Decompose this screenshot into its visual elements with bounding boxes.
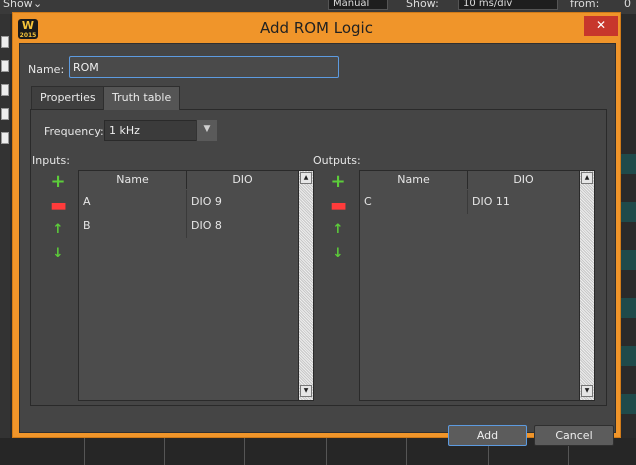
timeline-tick bbox=[326, 438, 327, 465]
show-label: Show bbox=[3, 0, 33, 10]
cell-dio[interactable]: DIO 8 bbox=[187, 214, 298, 238]
remove-input-icon[interactable]: ▬ bbox=[50, 197, 67, 215]
outputs-scrollbar[interactable]: ▲ ▼ bbox=[579, 171, 594, 400]
signal-band bbox=[620, 346, 636, 366]
add-input-icon[interactable]: + bbox=[50, 173, 66, 191]
timebase-select[interactable]: 10 ms/div bbox=[458, 0, 558, 10]
background-channel-strip bbox=[0, 14, 10, 465]
inputs-table: Name DIO A DIO 9 B DIO 8 ▲ ▼ bbox=[78, 170, 314, 401]
scroll-up-icon[interactable]: ▲ bbox=[300, 172, 312, 184]
channel-checkbox[interactable] bbox=[1, 84, 9, 96]
signal-band bbox=[620, 202, 636, 222]
outputs-label: Outputs: bbox=[313, 154, 361, 167]
cell-dio[interactable]: DIO 11 bbox=[468, 190, 579, 214]
name-input[interactable] bbox=[69, 56, 339, 78]
add-button[interactable]: Add bbox=[448, 425, 527, 446]
from-value: 0 bbox=[624, 0, 631, 10]
signal-band bbox=[620, 298, 636, 318]
timeline-tick bbox=[406, 438, 407, 465]
show2-label: Show: bbox=[406, 0, 439, 10]
tab-properties[interactable]: Properties bbox=[31, 86, 105, 109]
column-header-dio[interactable]: DIO bbox=[187, 171, 298, 189]
frequency-label: Frequency: bbox=[44, 125, 104, 138]
tab-truth-table[interactable]: Truth table bbox=[103, 86, 181, 110]
outputs-table: Name DIO C DIO 11 ▲ ▼ bbox=[359, 170, 595, 401]
column-header-name[interactable]: Name bbox=[360, 171, 468, 189]
column-header-dio[interactable]: DIO bbox=[468, 171, 579, 189]
channel-checkbox[interactable] bbox=[1, 108, 9, 120]
signal-band bbox=[620, 154, 636, 174]
move-output-down-icon[interactable]: ↓ bbox=[330, 246, 346, 262]
chevron-down-icon[interactable]: ▼ bbox=[196, 120, 217, 141]
mode-select[interactable]: Manual bbox=[328, 0, 388, 10]
cell-name[interactable]: B bbox=[79, 214, 187, 238]
scroll-down-icon[interactable]: ▼ bbox=[300, 385, 312, 397]
inputs-scrollbar[interactable]: ▲ ▼ bbox=[298, 171, 313, 400]
scroll-down-icon[interactable]: ▼ bbox=[581, 385, 593, 397]
add-output-icon[interactable]: + bbox=[330, 173, 346, 191]
inputs-label: Inputs: bbox=[32, 154, 70, 167]
add-rom-logic-dialog: W 2015 Add ROM Logic ✕ Name: Properties … bbox=[12, 12, 621, 446]
scroll-up-icon[interactable]: ▲ bbox=[581, 172, 593, 184]
remove-output-icon[interactable]: ▬ bbox=[330, 197, 347, 215]
cancel-button[interactable]: Cancel bbox=[534, 425, 614, 446]
move-output-up-icon[interactable]: ↑ bbox=[330, 222, 346, 238]
dialog-title: Add ROM Logic bbox=[260, 19, 373, 37]
cell-name[interactable]: A bbox=[79, 190, 187, 214]
dialog-titlebar[interactable]: W 2015 Add ROM Logic ✕ bbox=[13, 13, 620, 43]
channel-checkbox[interactable] bbox=[1, 132, 9, 144]
move-input-down-icon[interactable]: ↓ bbox=[50, 246, 66, 262]
signal-band bbox=[620, 394, 636, 414]
channel-checkbox[interactable] bbox=[1, 60, 9, 72]
timeline-tick bbox=[164, 438, 165, 465]
signal-band bbox=[620, 250, 636, 270]
timeline-tick bbox=[244, 438, 245, 465]
background-signal-area bbox=[620, 14, 636, 465]
name-label: Name: bbox=[28, 63, 65, 76]
timeline-tick bbox=[84, 438, 85, 465]
chevron-down-icon[interactable]: ⌄ bbox=[33, 0, 42, 10]
truth-table-panel: Frequency: 1 kHz ▼ Inputs: + ▬ ↑ ↓ Name … bbox=[30, 109, 607, 406]
close-icon: ✕ bbox=[595, 18, 607, 32]
column-header-name[interactable]: Name bbox=[79, 171, 187, 189]
close-button[interactable]: ✕ bbox=[584, 16, 618, 36]
move-input-up-icon[interactable]: ↑ bbox=[50, 222, 66, 238]
cell-dio[interactable]: DIO 9 bbox=[187, 190, 298, 214]
dialog-body: Name: Properties Truth table Frequency: … bbox=[19, 43, 616, 446]
cell-name[interactable]: C bbox=[360, 190, 468, 214]
from-label: from: bbox=[570, 0, 600, 10]
channel-checkbox[interactable] bbox=[1, 36, 9, 48]
